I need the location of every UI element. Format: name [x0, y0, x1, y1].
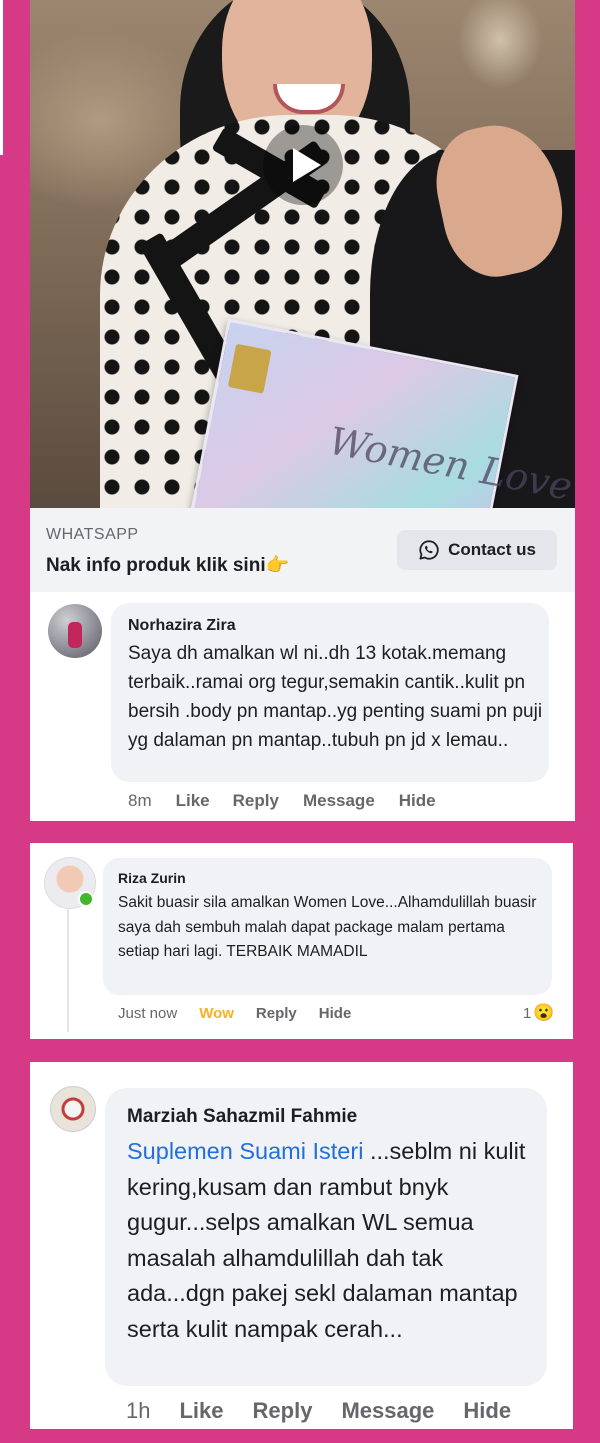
comment-card: Riza Zurin Sakit buasir sila amalkan Wom…: [30, 843, 573, 1039]
contact-us-button[interactable]: Contact us: [397, 530, 557, 570]
like-button[interactable]: Like: [176, 791, 210, 811]
message-button[interactable]: Message: [341, 1398, 434, 1424]
reply-button[interactable]: Reply: [233, 791, 279, 811]
comment-author[interactable]: Marziah Sahazmil Fahmie: [127, 1106, 357, 1128]
comment-text: Sakit buasir sila amalkan Women Love...A…: [118, 894, 537, 960]
comment-bubble: Marziah Sahazmil Fahmie Suplemen Suami I…: [105, 1088, 547, 1386]
comment-time: 8m: [128, 791, 152, 810]
comment-time: 1h: [126, 1398, 151, 1423]
comment-actions: 1h Like Reply Message Hide: [126, 1398, 511, 1424]
wow-reaction-button[interactable]: Wow: [199, 1005, 234, 1022]
comment-text: Saya dh amalkan wl ni..dh 13 kotak.meman…: [128, 643, 543, 751]
comment-bubble: Riza Zurin Sakit buasir sila amalkan Wom…: [103, 858, 552, 995]
comment-actions: 8m Like Reply Message Hide: [128, 791, 436, 811]
hide-button[interactable]: Hide: [463, 1398, 511, 1424]
reaction-count: 1: [523, 1004, 532, 1022]
reply-button[interactable]: Reply: [256, 1005, 297, 1022]
video-thumbnail[interactable]: Women Love: [30, 0, 575, 508]
avatar[interactable]: [48, 604, 102, 658]
video-ad-card: Women Love WHATSAPP Nak info produk klik…: [30, 0, 575, 592]
whatsapp-icon: [419, 540, 439, 560]
play-button[interactable]: [263, 125, 343, 205]
comment-text: Suplemen Suami Isteri ...seblm ni kulit …: [127, 1134, 532, 1347]
comment-card: Norhazira Zira Saya dh amalkan wl ni..dh…: [30, 592, 575, 821]
comment-bubble: Norhazira Zira Saya dh amalkan wl ni..dh…: [111, 603, 549, 782]
wow-emoji-icon: 😮: [533, 1003, 555, 1022]
message-button[interactable]: Message: [303, 791, 375, 811]
comment-text-body: ...seblm ni kulit kering,kusam dan rambu…: [127, 1138, 526, 1342]
avatar-figure: [68, 622, 82, 648]
comment-author[interactable]: Norhazira Zira: [128, 617, 236, 635]
thread-line: [67, 907, 69, 1032]
comment-time: Just now: [118, 1005, 178, 1022]
left-edge-strip: [0, 0, 3, 155]
like-button[interactable]: Like: [179, 1398, 223, 1424]
avatar[interactable]: [50, 1086, 96, 1132]
pointing-hand-emoji: 👉: [265, 555, 290, 576]
reply-button[interactable]: Reply: [253, 1398, 313, 1424]
contact-us-label: Contact us: [448, 540, 536, 559]
avatar[interactable]: [44, 857, 96, 909]
play-icon: [293, 148, 321, 182]
hide-button[interactable]: Hide: [399, 791, 436, 811]
comment-actions: Just now Wow Reply Hide: [118, 1005, 351, 1022]
tagged-page-link[interactable]: Suplemen Suami Isteri: [127, 1138, 363, 1164]
ad-footer[interactable]: WHATSAPP Nak info produk klik sini👉 Cont…: [30, 508, 575, 592]
ad-headline: Nak info produk klik sini👉: [46, 553, 289, 577]
reaction-summary[interactable]: 1 😮: [523, 1003, 555, 1023]
box-badge: [227, 343, 272, 394]
hide-button[interactable]: Hide: [319, 1005, 352, 1022]
ad-source-label: WHATSAPP: [46, 526, 139, 543]
ad-headline-text: Nak info produk klik sini: [46, 555, 266, 576]
online-status-dot: [78, 891, 94, 907]
comment-card: Marziah Sahazmil Fahmie Suplemen Suami I…: [30, 1062, 573, 1429]
comment-author[interactable]: Riza Zurin: [118, 870, 186, 886]
